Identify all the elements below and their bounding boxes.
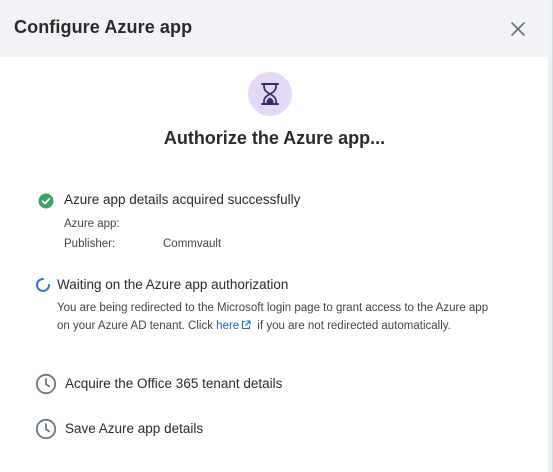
step-2-description: You are being redirected to the Microsof… bbox=[57, 299, 497, 335]
check-circle-icon bbox=[38, 193, 54, 209]
close-icon bbox=[511, 22, 525, 36]
step-2-title: Waiting on the Azure app authorization bbox=[57, 277, 289, 292]
clock-icon bbox=[35, 418, 57, 440]
hourglass-icon bbox=[261, 83, 279, 105]
dialog-title: Configure Azure app bbox=[14, 17, 193, 37]
azure-app-label: Azure app: bbox=[64, 218, 120, 230]
clock-icon bbox=[35, 373, 57, 395]
dialog-header: Configure Azure app bbox=[0, 0, 549, 57]
authorize-heading: Authorize the Azure app... bbox=[163, 128, 386, 148]
step-3-title: Acquire the Office 365 tenant details bbox=[65, 376, 283, 391]
publisher-value: Commvault bbox=[163, 238, 222, 250]
hero-icon-badge bbox=[248, 72, 292, 116]
step-1-title: Azure app details acquired successfully bbox=[64, 192, 301, 207]
redirect-here-link[interactable]: here bbox=[216, 320, 254, 332]
close-button[interactable] bbox=[506, 17, 530, 41]
external-link-icon bbox=[242, 320, 251, 330]
configure-azure-app-dialog: Configure Azure app Authorize the Azure … bbox=[0, 0, 553, 472]
step-4-title: Save Azure app details bbox=[65, 421, 204, 436]
description-text-after: if you are not redirected automatically. bbox=[254, 320, 451, 332]
dialog-edge bbox=[548, 0, 552, 472]
link-text: here bbox=[216, 320, 240, 332]
spinner-icon bbox=[36, 278, 50, 292]
publisher-label: Publisher: bbox=[64, 238, 116, 250]
